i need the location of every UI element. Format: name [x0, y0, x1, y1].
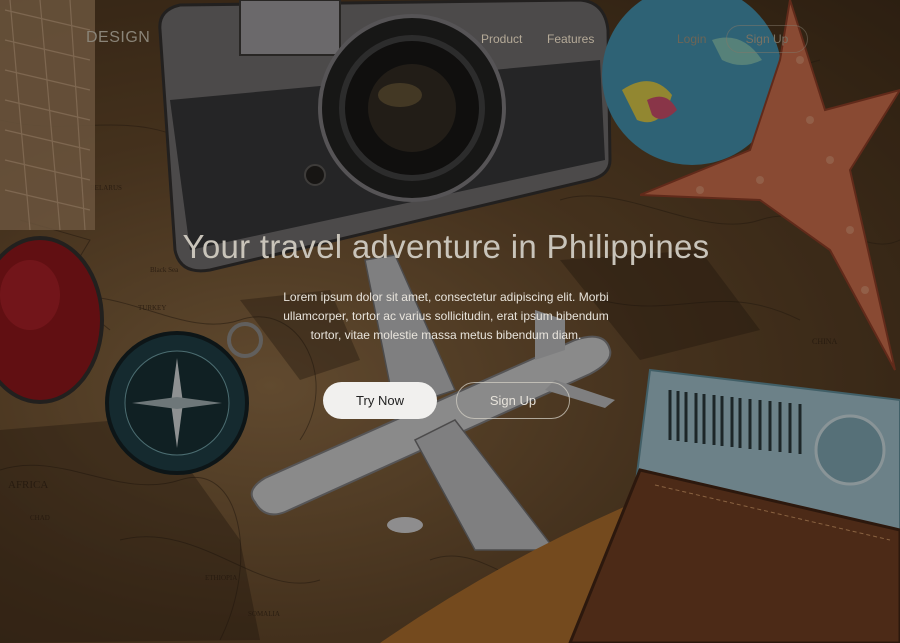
nav-link-features[interactable]: Features [547, 32, 594, 46]
nav-link-product[interactable]: Product [481, 32, 522, 46]
hero-description: Lorem ipsum dolor sit amet, consectetur … [283, 290, 609, 342]
try-now-button[interactable]: Try Now [323, 382, 437, 419]
hero-section: AFRICA CHAD ETHIOPIA SOMALIA CHINA TURKE… [0, 0, 900, 643]
hero-signup-button[interactable]: Sign Up [456, 382, 570, 419]
top-navbar: DESIGN Product Features Login Sign Up [0, 0, 900, 78]
brand-logo[interactable]: DESIGN [86, 29, 150, 47]
nav-link-login[interactable]: Login [677, 32, 706, 46]
nav-signup-button[interactable]: Sign Up [726, 25, 808, 53]
hero-headline: Your travel adventure in Philippines [182, 228, 710, 265]
